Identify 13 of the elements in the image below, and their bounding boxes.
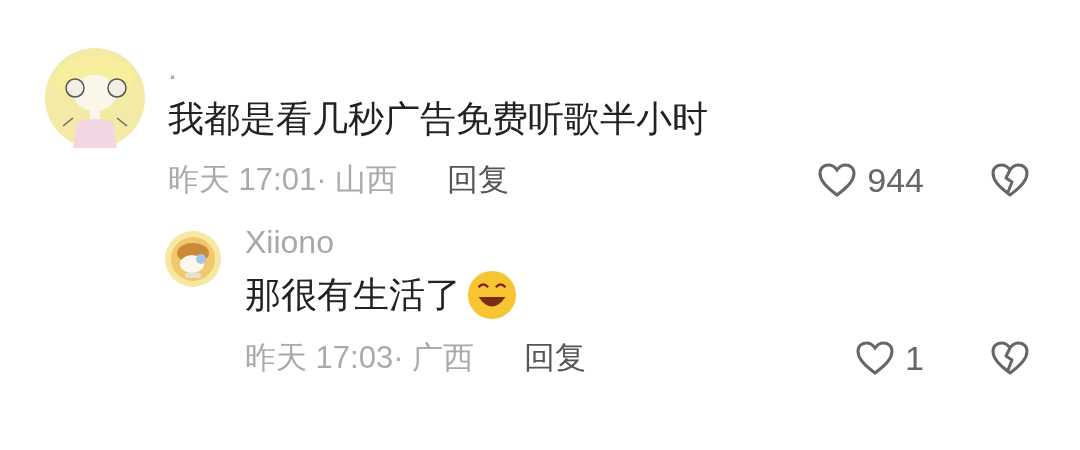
grinning-emoji-icon: [467, 270, 517, 320]
like-button[interactable]: 1: [855, 338, 924, 378]
reply-button[interactable]: 回复: [447, 160, 510, 200]
comment-text: 那很有生活了: [245, 273, 461, 317]
reply-button[interactable]: 回复: [524, 338, 587, 378]
comment-meta: 昨天 17:01· 山西: [168, 161, 398, 199]
heart-icon: [817, 162, 858, 198]
comment-text: 我都是看几秒广告免费听歌半小时: [168, 97, 708, 141]
heart-icon: [855, 340, 896, 376]
like-button[interactable]: 944: [817, 160, 924, 200]
broken-heart-icon[interactable]: [990, 162, 1030, 198]
comment-meta: 昨天 17:03· 广西: [245, 339, 475, 377]
broken-heart-icon[interactable]: [990, 340, 1030, 376]
